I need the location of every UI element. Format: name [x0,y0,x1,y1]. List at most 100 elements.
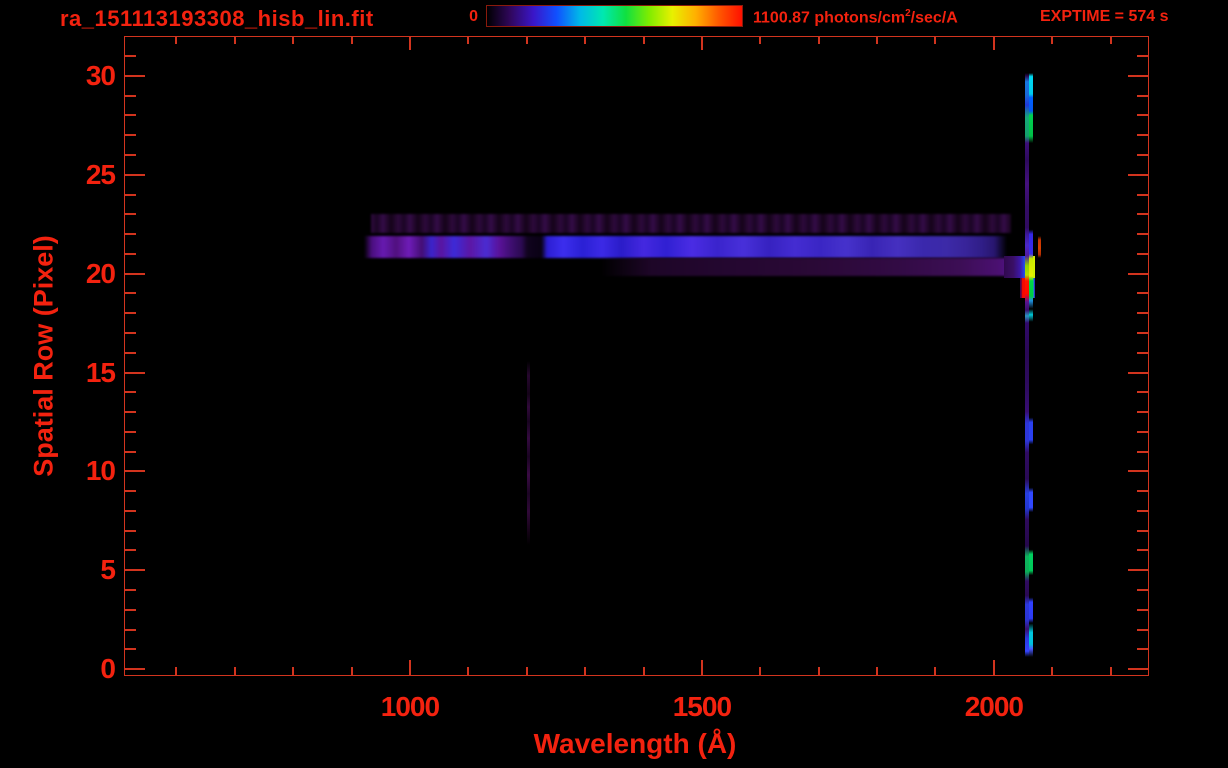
x-minor-tick [525,37,528,44]
y-minor-tick [125,114,136,117]
file-title: ra_151113193308_hisb_lin.fit [60,6,374,31]
y-minor-tick [1137,509,1148,512]
colorbar-max-units: /sec/A [910,9,958,27]
y-major-tick [125,569,145,572]
y-minor-tick [125,490,136,493]
y-minor-tick [1137,193,1148,196]
plot-area: 1000 1500 2000 0 5 10 15 20 25 30 [86,36,1149,722]
y-major-tick [125,371,145,374]
x-minor-tick [350,37,353,44]
x-minor-tick [1109,667,1112,675]
y-major-tick [1128,272,1148,275]
y-minor-tick [125,55,136,58]
y-major-tick [125,470,145,473]
y-minor-tick [125,252,136,255]
x-minor-tick [175,667,178,675]
y-major-tick [1128,470,1148,473]
y-tick-label: 10 [85,455,116,487]
x-minor-tick [467,37,470,44]
y-minor-tick [1137,114,1148,117]
y-minor-tick [1137,648,1148,651]
y-tick-label: 5 [100,554,116,586]
y-minor-tick [1137,588,1148,591]
x-minor-tick [759,667,762,675]
y-minor-tick [125,351,136,354]
colorbar-max-value: 1100.87 photons/cm [753,9,906,27]
y-major-tick [1128,371,1148,374]
y-minor-tick [1137,55,1148,58]
x-minor-tick [1051,37,1054,44]
y-minor-tick [1137,450,1148,453]
y-minor-tick [1137,391,1148,394]
x-major-tick [700,37,703,50]
y-minor-tick [125,233,136,236]
y-major-tick [125,173,145,176]
y-major-tick [125,668,145,671]
y-minor-tick [1137,351,1148,354]
y-minor-tick [1137,134,1148,137]
x-minor-tick [525,667,528,675]
x-minor-tick [817,37,820,44]
y-minor-tick [125,94,136,97]
x-minor-tick [642,37,645,44]
y-major-tick [125,74,145,77]
x-minor-tick [584,667,587,675]
y-minor-tick [1137,213,1148,216]
y-minor-tick [125,292,136,295]
exptime-label: EXPTIME = 574 s [1040,8,1169,25]
y-minor-tick [125,509,136,512]
y-minor-tick [1137,154,1148,157]
x-major-tick [700,660,703,675]
y-minor-tick [125,608,136,611]
y-minor-tick [125,549,136,552]
y-tick-label: 25 [85,158,116,190]
y-major-tick [125,272,145,275]
y-minor-tick [125,193,136,196]
x-minor-tick [584,37,587,44]
x-tick-label: 1000 [380,691,440,722]
y-minor-tick [1137,94,1148,97]
y-minor-tick [125,391,136,394]
y-minor-tick [1137,411,1148,414]
x-minor-tick [233,667,236,675]
x-tick-label: 1500 [672,691,732,722]
y-minor-tick [1137,430,1148,433]
y-minor-tick [125,529,136,532]
y-major-tick [1128,569,1148,572]
x-minor-tick [467,667,470,675]
y-major-tick [1128,74,1148,77]
y-minor-tick [125,430,136,433]
x-major-tick [408,660,411,675]
x-minor-tick [817,667,820,675]
y-minor-tick [1137,252,1148,255]
y-minor-tick [1137,608,1148,611]
y-tick-label: 15 [85,356,116,388]
spectral-image-viewer: ra_151113193308_hisb_lin.fit 0 1100.87 p… [0,0,1228,768]
y-tick-label: 30 [85,59,116,91]
x-minor-tick [233,37,236,44]
y-minor-tick [125,588,136,591]
y-minor-tick [1137,490,1148,493]
y-minor-tick [1137,312,1148,315]
y-major-tick [1128,173,1148,176]
x-minor-tick [1109,37,1112,44]
x-minor-tick [934,37,937,44]
colorbar [486,5,743,27]
y-minor-tick [125,213,136,216]
y-minor-tick [1137,331,1148,334]
y-minor-tick [125,648,136,651]
y-minor-tick [1137,233,1148,236]
x-minor-tick [876,37,879,44]
y-minor-tick [125,628,136,631]
x-minor-tick [934,667,937,675]
x-tick-label: 2000 [964,691,1024,722]
y-minor-tick [125,154,136,157]
x-minor-tick [759,37,762,44]
x-minor-tick [1051,667,1054,675]
x-minor-tick [350,667,353,675]
x-minor-tick [642,667,645,675]
x-major-tick [992,660,995,675]
y-minor-tick [1137,292,1148,295]
x-axis-title: Wavelength (Å) [533,728,737,759]
y-minor-tick [125,312,136,315]
